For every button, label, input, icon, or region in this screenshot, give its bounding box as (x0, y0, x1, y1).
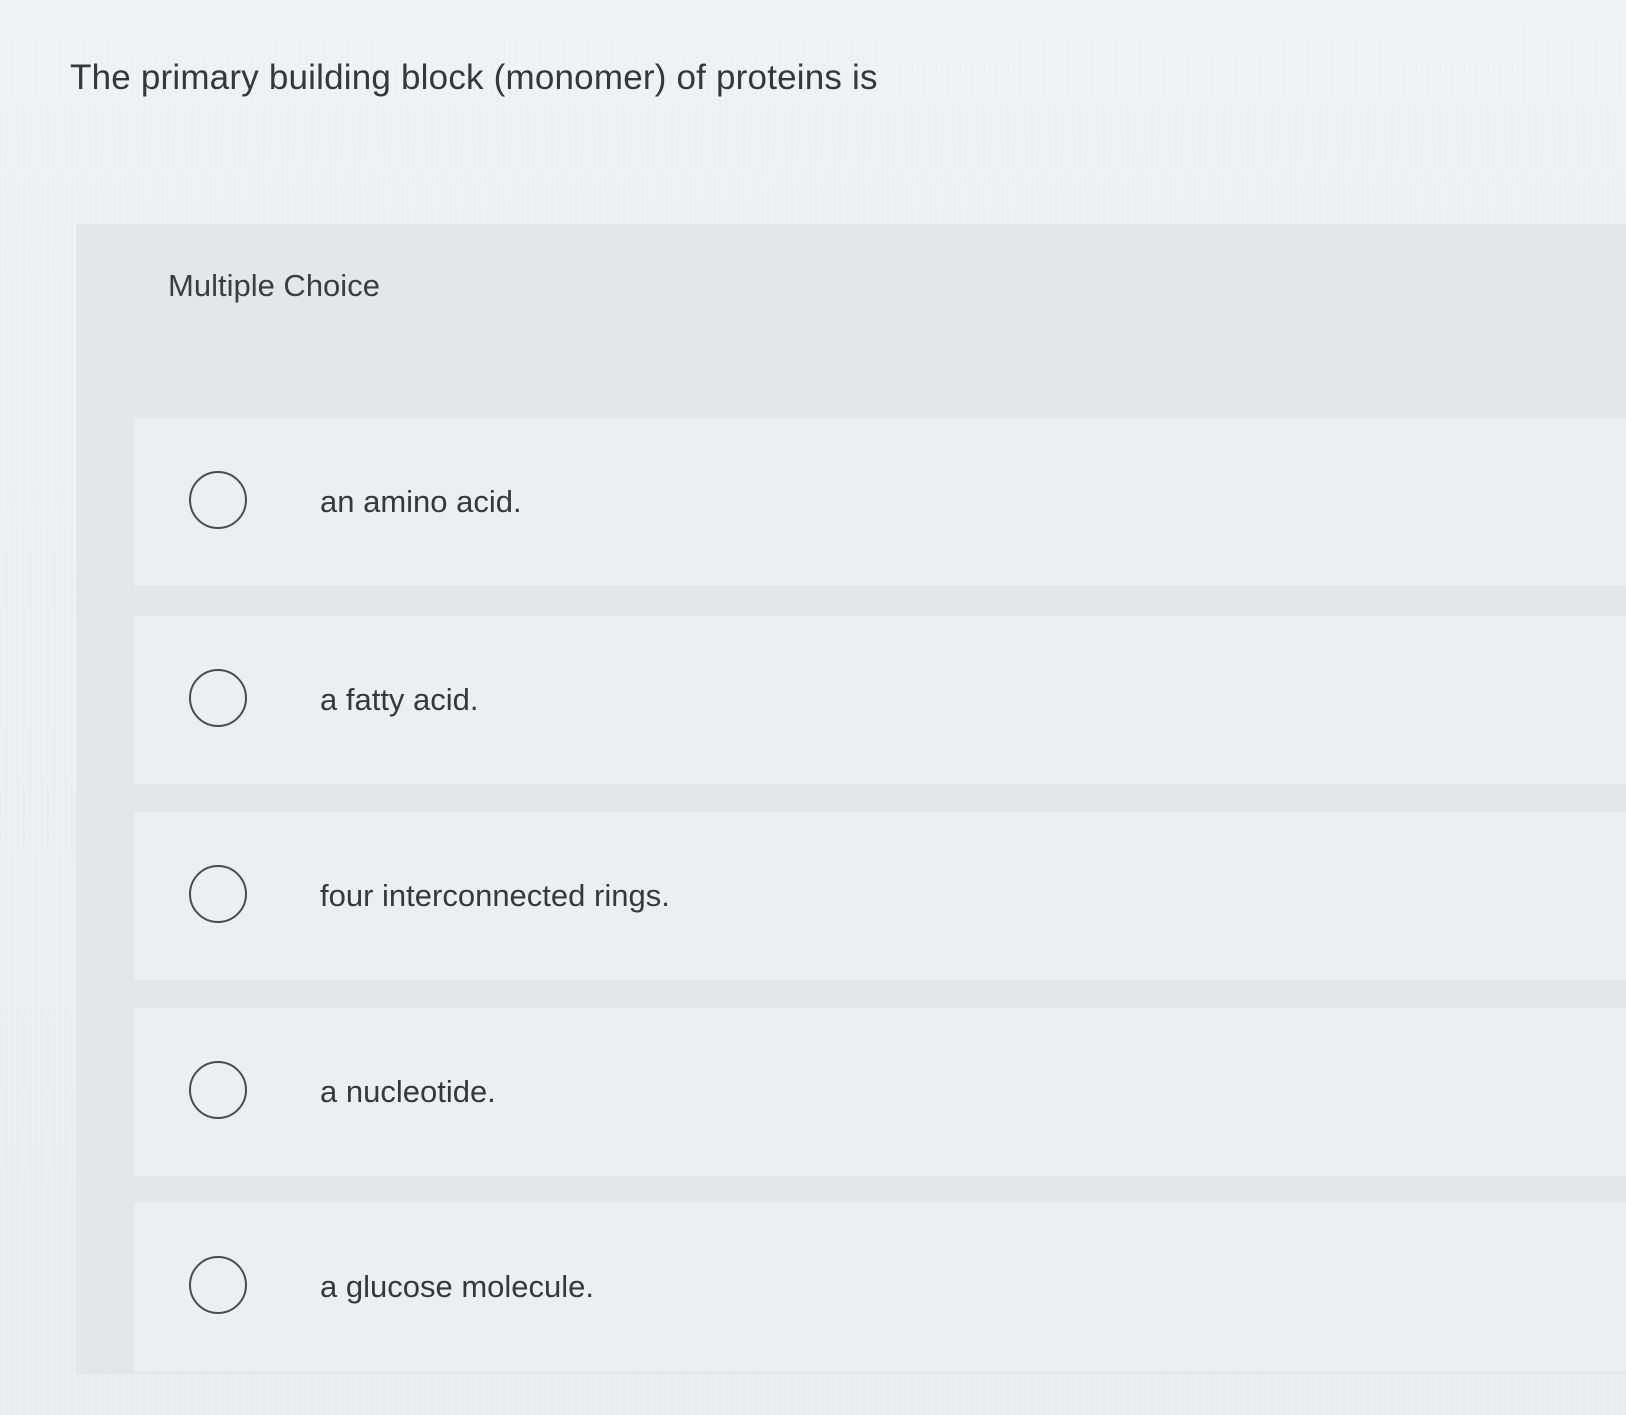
answer-option-fatty-acid[interactable]: a fatty acid. (134, 616, 1626, 784)
radio-button-icon[interactable] (189, 471, 247, 529)
answer-option-label: a glucose molecule. (320, 1269, 594, 1304)
radio-button-icon[interactable] (189, 1061, 247, 1119)
answer-option-glucose[interactable]: a glucose molecule. (134, 1203, 1626, 1371)
answer-option-nucleotide[interactable]: a nucleotide. (134, 1008, 1626, 1176)
question-type-label: Multiple Choice (168, 268, 380, 303)
radio-button-icon[interactable] (189, 1256, 247, 1314)
answer-option-label: four interconnected rings. (320, 878, 670, 913)
question-prompt: The primary building block (monomer) of … (70, 58, 878, 97)
radio-button-icon[interactable] (189, 669, 247, 727)
answer-option-label: an amino acid. (320, 484, 522, 519)
answer-panel (76, 224, 1626, 1374)
answer-option-amino-acid[interactable]: an amino acid. (134, 418, 1626, 586)
answer-option-label: a fatty acid. (320, 682, 479, 717)
answer-option-label: a nucleotide. (320, 1074, 496, 1109)
page: The primary building block (monomer) of … (0, 0, 1626, 1415)
answer-option-four-rings[interactable]: four interconnected rings. (134, 812, 1626, 980)
radio-button-icon[interactable] (189, 865, 247, 923)
